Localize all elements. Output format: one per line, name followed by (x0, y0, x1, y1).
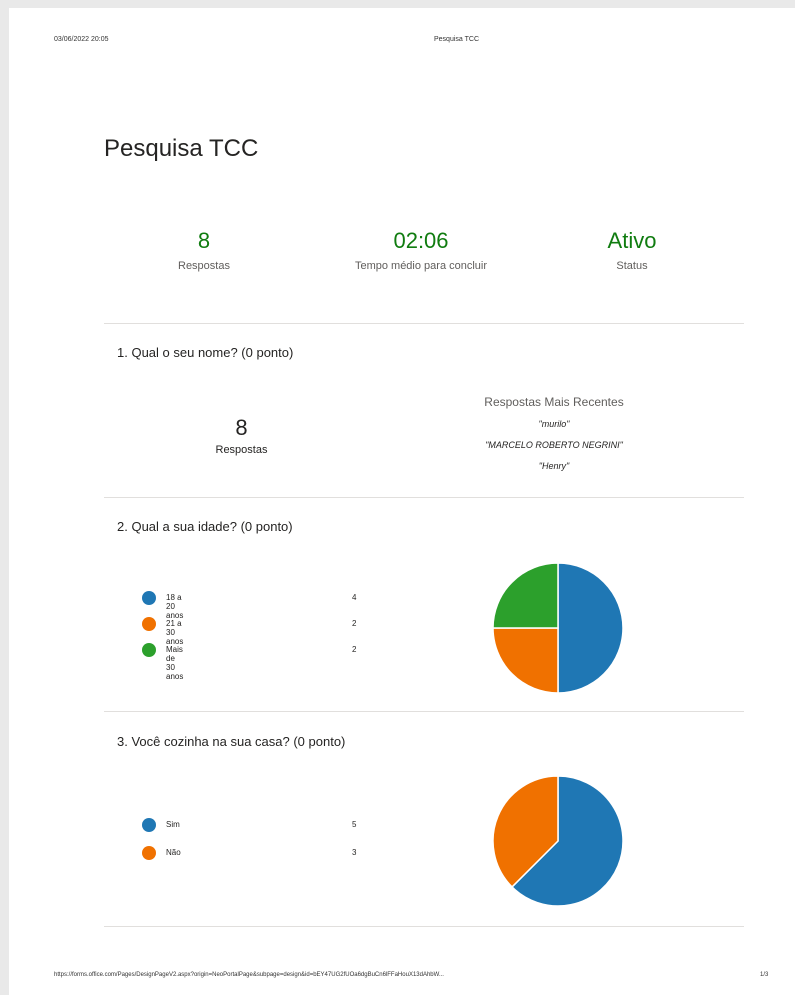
q1-recent-responses: Respostas Mais Recentes "murilo" "MARCEL… (439, 395, 669, 477)
stat-status: Ativo Status (532, 228, 732, 272)
section-divider (104, 497, 744, 498)
q2-pie-chart (492, 562, 624, 694)
legend-label: 18 a 20 anos (166, 593, 184, 620)
legend-label: Sim (166, 820, 180, 829)
pie-slice-18-a-20-anos (557, 562, 624, 694)
q1-response-count-label: Respostas (215, 444, 268, 456)
q1-response-count-value: 8 (235, 415, 248, 440)
legend-label: Não (166, 848, 181, 857)
legend-count: 4 (352, 593, 357, 602)
q1-response-count: 8 Respostas (144, 415, 339, 457)
form-title: Pesquisa TCC (104, 135, 259, 162)
legend-count: 2 (352, 645, 357, 654)
print-footer-url: https://forms.office.com/Pages/DesignPag… (54, 972, 444, 978)
legend-dot-icon (142, 818, 156, 832)
recent-response: "MARCELO ROBERTO NEGRINI" (485, 440, 623, 450)
recent-responses-title: Respostas Mais Recentes (484, 395, 624, 409)
viewer-frame-left (0, 0, 9, 995)
print-header-title: Pesquisa TCC (434, 36, 480, 43)
stat-status-value: Ativo (607, 228, 657, 253)
q3-pie-chart (492, 775, 624, 907)
legend-label: Mais de 30 anos (166, 645, 184, 681)
pie-slice-mais-de-30-anos (492, 562, 559, 629)
legend-count: 3 (352, 848, 357, 857)
legend-dot-icon (142, 643, 156, 657)
legend-count: 5 (352, 820, 357, 829)
section-divider (104, 926, 744, 927)
stat-average-time-label: Tempo médio para concluir (354, 260, 488, 272)
recent-response: "Henry" (538, 461, 570, 471)
legend-label: 21 a 30 anos (166, 619, 184, 646)
legend-count: 2 (352, 619, 357, 628)
pie-slice-21-a-30-anos (492, 627, 559, 694)
question-1-title: 1. Qual o seu nome? (0 ponto) (117, 345, 294, 360)
recent-response: "murilo" (538, 419, 570, 429)
legend-dot-icon (142, 617, 156, 631)
stat-responses-label: Respostas (178, 260, 230, 272)
section-divider (104, 711, 744, 712)
section-divider (104, 323, 744, 324)
viewer-frame-top (0, 0, 795, 8)
printed-page: 03/06/2022 20:05 Pesquisa TCC Pesquisa T… (9, 8, 795, 995)
legend-dot-icon (142, 846, 156, 860)
stat-status-label: Status (616, 260, 648, 272)
stat-average-time-value: 02:06 (393, 228, 449, 253)
question-3-title: 3. Você cozinha na sua casa? (0 ponto) (117, 734, 346, 749)
stat-responses: 8 Respostas (104, 228, 304, 272)
print-header-date: 03/06/2022 20:05 (54, 36, 109, 43)
question-2-title: 2. Qual a sua idade? (0 ponto) (117, 519, 293, 534)
stat-responses-value: 8 (197, 228, 211, 253)
stat-average-time: 02:06 Tempo médio para concluir (321, 228, 521, 272)
print-footer-page-number: 1/3 (760, 972, 769, 978)
legend-dot-icon (142, 591, 156, 605)
